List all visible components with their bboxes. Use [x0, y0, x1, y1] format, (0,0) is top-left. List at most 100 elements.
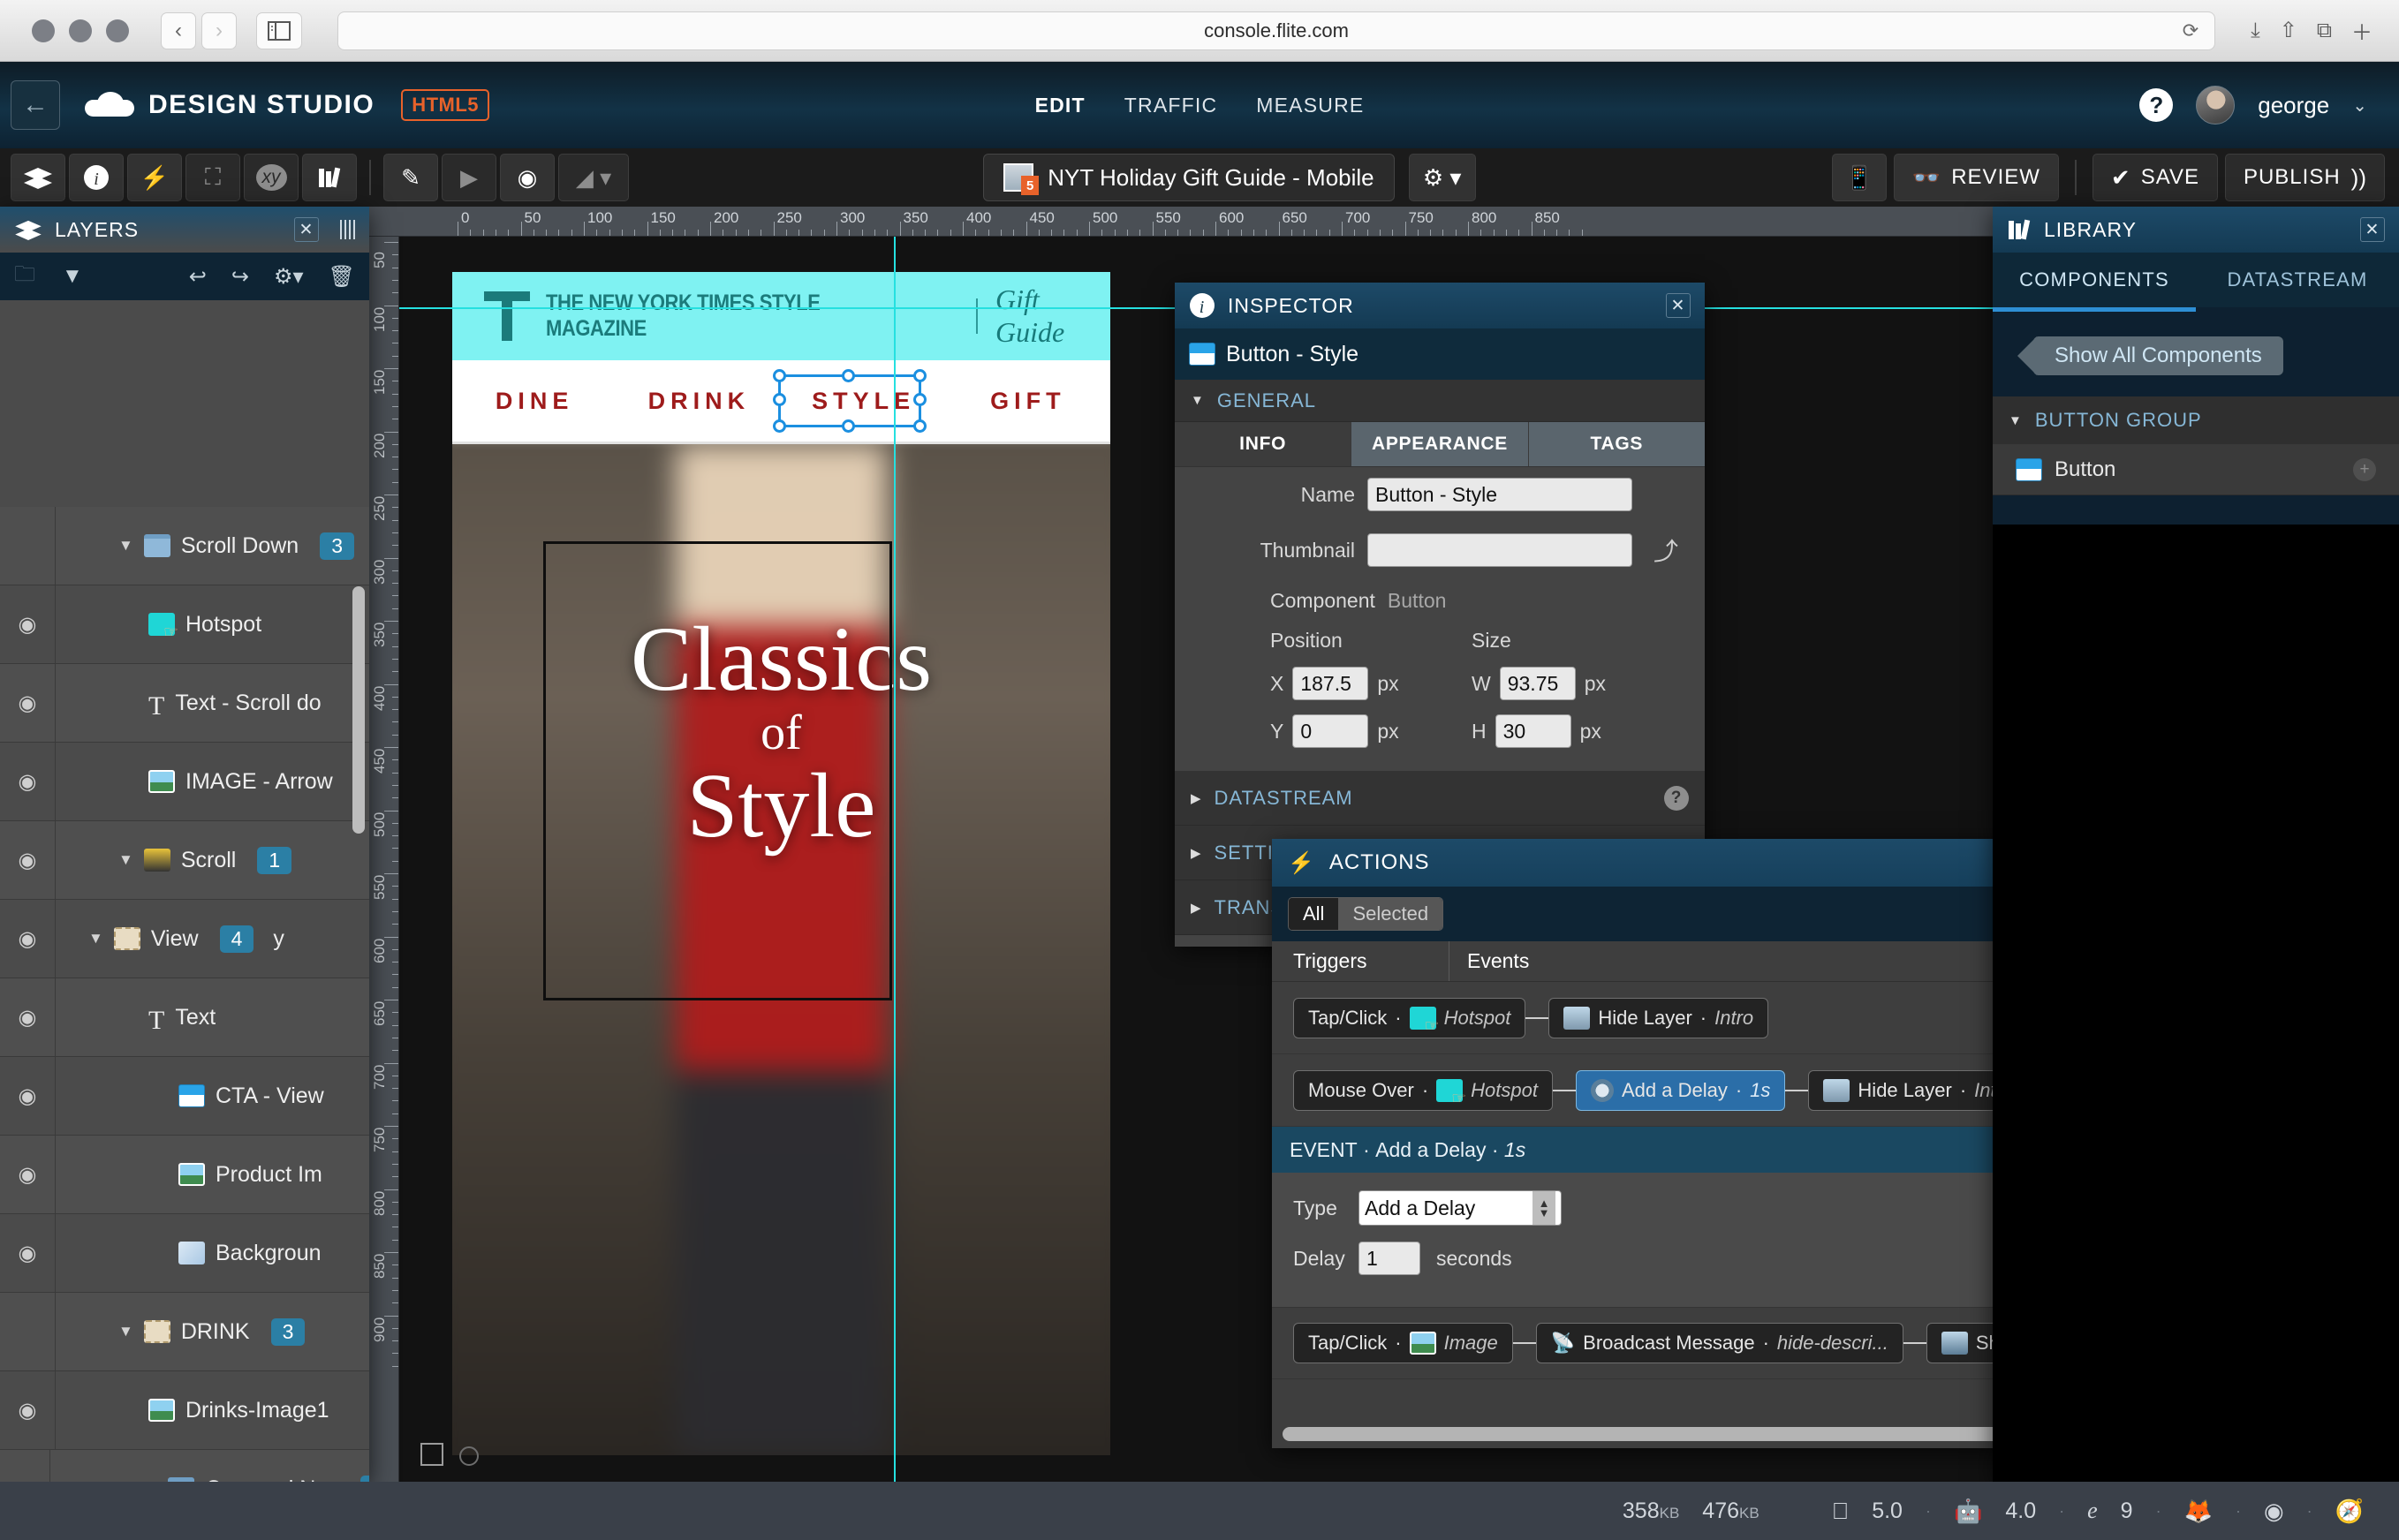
eye-visibility-icon[interactable]: ◉	[0, 769, 55, 795]
selection-handle-s[interactable]	[842, 419, 855, 433]
settings-gear-icon[interactable]: ⚙▾	[274, 264, 304, 290]
trash-icon[interactable]: 🗑	[329, 264, 355, 290]
section-general[interactable]: ▼ GENERAL	[1175, 380, 1705, 422]
artboard-resize-handle[interactable]	[420, 1443, 443, 1466]
layers-panel-button[interactable]	[11, 154, 65, 201]
selection-handle-nw[interactable]	[773, 369, 786, 382]
pencil-tool-button[interactable]: ✎	[383, 154, 438, 201]
filter-selected-button[interactable]: Selected	[1338, 898, 1443, 930]
close-icon[interactable]: ✕	[2360, 217, 2385, 242]
eye-visibility-icon[interactable]: ◉	[0, 848, 55, 873]
close-icon[interactable]: ✕	[294, 217, 319, 242]
trigger-chip[interactable]: Tap/Click · Hotspot	[1293, 997, 1526, 1038]
undo-icon[interactable]: ↩	[189, 264, 207, 290]
layer-row[interactable]: ◉ IMAGE - Arrow	[0, 743, 369, 821]
hero-photo[interactable]: Classics of Style	[452, 444, 1110, 1455]
trigger-chip[interactable]: Mouse Over · Hotspot	[1293, 1069, 1553, 1111]
w-input[interactable]: 93.75	[1499, 667, 1576, 700]
selection-handle-e[interactable]	[913, 393, 927, 406]
tabs-icon[interactable]: ⧉	[2317, 19, 2332, 43]
new-folder-icon[interactable]: 🗀	[14, 259, 35, 295]
eye-visibility-icon[interactable]: ◉	[0, 1241, 55, 1266]
layer-row[interactable]: ◉ ▼ Scroll 1	[0, 821, 369, 900]
layers-list[interactable]: ◉ ▼ Scroll Down 3 ◉ Hotspot ◉ T Text - Scroll do…	[0, 507, 369, 1482]
actions-panel-button[interactable]: ⚡	[127, 154, 182, 201]
publish-button[interactable]: PUBLISH ))	[2224, 154, 2385, 201]
filter-icon[interactable]: ▼	[62, 264, 83, 289]
preview-play-button[interactable]: ▶	[442, 154, 496, 201]
h-input[interactable]: 30	[1495, 714, 1571, 748]
selection-handle-ne[interactable]	[913, 369, 927, 382]
back-button[interactable]: ←	[11, 80, 60, 130]
plus-icon[interactable]: +	[2353, 457, 2376, 481]
trigger-chip[interactable]: Tap/Click · Image	[1293, 1323, 1513, 1363]
save-button[interactable]: ✔ SAVE	[2092, 154, 2218, 201]
eye-visibility-icon[interactable]: ◉	[0, 1005, 55, 1030]
disclosure-triangle-icon[interactable]: ▼	[118, 851, 133, 869]
event-chip[interactable]: Hide Layer ·Intro	[1548, 997, 1769, 1038]
tab-info[interactable]: INFO	[1175, 422, 1352, 466]
help-icon[interactable]: ?	[2139, 88, 2174, 122]
nav-tab-traffic[interactable]: TRAFFIC	[1124, 94, 1218, 117]
section-datastream[interactable]: ▶ DATASTREAM ?	[1175, 771, 1705, 826]
inspector-panel-button[interactable]: i	[69, 154, 124, 201]
nyt-nav-drink[interactable]: DRINK	[617, 388, 781, 415]
mask-tool-button[interactable]: ◢ ▾	[558, 154, 629, 201]
close-icon[interactable]: ✕	[1666, 293, 1691, 318]
nav-tab-measure[interactable]: MEASURE	[1256, 94, 1364, 117]
minimize-window-button[interactable]	[69, 19, 92, 42]
close-window-button[interactable]	[32, 19, 55, 42]
layer-row[interactable]: ◉ T Text	[0, 978, 369, 1057]
visibility-toggle-button[interactable]: ◉	[500, 154, 555, 201]
disclosure-triangle-icon[interactable]: ▼	[118, 537, 133, 555]
name-input[interactable]: Button - Style	[1367, 478, 1632, 511]
layer-row[interactable]: ◉ ▼ Scroll Down 3	[0, 507, 369, 585]
event-chip[interactable]: 📡 Broadcast Message · hide-descri...	[1535, 1323, 1903, 1363]
layer-row[interactable]: ◉ Drinks-Image1	[0, 1371, 369, 1450]
selection-handle-sw[interactable]	[773, 419, 786, 433]
browser-back-button[interactable]: ‹	[161, 11, 196, 49]
artboard-tool-button[interactable]: ⛶	[185, 154, 240, 201]
disclosure-triangle-icon[interactable]: ▼	[88, 930, 103, 947]
actions-filter-segmented[interactable]: All Selected	[1288, 897, 1444, 931]
maximize-window-button[interactable]	[106, 19, 129, 42]
selection-handle-n[interactable]	[842, 369, 855, 382]
nyt-nav-gift[interactable]: GIFT	[946, 388, 1110, 415]
tab-appearance[interactable]: APPEARANCE	[1351, 422, 1529, 466]
delay-input[interactable]: 1	[1358, 1242, 1420, 1275]
eye-visibility-icon[interactable]: ◉	[0, 612, 55, 638]
layer-row[interactable]: ◉▼Carousel Nav6	[0, 1450, 369, 1482]
eye-visibility-icon[interactable]: ◉	[0, 691, 55, 716]
document-settings-button[interactable]: ⚙ ▾	[1408, 154, 1476, 201]
eye-visibility-icon[interactable]: ◉	[0, 926, 55, 952]
x-input[interactable]: 187.5	[1292, 667, 1369, 700]
selection-handle-w[interactable]	[773, 393, 786, 406]
disclosure-triangle-icon[interactable]: ▼	[118, 1323, 133, 1340]
grip-icon[interactable]	[340, 220, 355, 239]
layer-bounding-box[interactable]	[543, 541, 892, 1000]
new-tab-icon[interactable]: ＋	[2351, 15, 2373, 46]
layer-row[interactable]: ◉ T Text - Scroll do	[0, 664, 369, 743]
reload-icon[interactable]: ⟳	[2183, 19, 2198, 42]
library-group-header[interactable]: ▼ BUTTON GROUP	[1993, 396, 2399, 444]
show-all-components-button[interactable]: Show All Components	[2017, 336, 2283, 375]
layer-row[interactable]: ◉ CTA - View	[0, 1057, 369, 1136]
layer-row[interactable]: ◉ ▼ DRINK 3	[0, 1293, 369, 1371]
tab-tags[interactable]: TAGS	[1528, 422, 1705, 466]
upload-icon[interactable]: ⤴	[1645, 532, 1687, 568]
layer-row[interactable]: ◉ ▼ View 4 y	[0, 900, 369, 978]
window-traffic-lights[interactable]	[32, 19, 129, 42]
layer-row[interactable]: ◉ Product Im	[0, 1136, 369, 1214]
nav-tab-edit[interactable]: EDIT	[1035, 94, 1086, 117]
avatar[interactable]	[2196, 86, 2236, 125]
thumbnail-input[interactable]	[1367, 533, 1632, 567]
eye-visibility-icon[interactable]: ◉	[0, 1398, 55, 1423]
chevron-down-icon[interactable]: ⌄	[2352, 94, 2367, 117]
vertical-guide[interactable]	[894, 237, 896, 1482]
tab-components[interactable]: COMPONENTS	[1993, 268, 2196, 291]
event-type-select[interactable]: Add a Delay ▲ ▼	[1358, 1190, 1562, 1226]
library-item[interactable]: Button +	[1993, 444, 2399, 495]
y-input[interactable]: 0	[1292, 714, 1369, 748]
eye-visibility-icon[interactable]: ◉	[0, 1162, 55, 1188]
nyt-nav-dine[interactable]: DINE	[452, 388, 617, 415]
